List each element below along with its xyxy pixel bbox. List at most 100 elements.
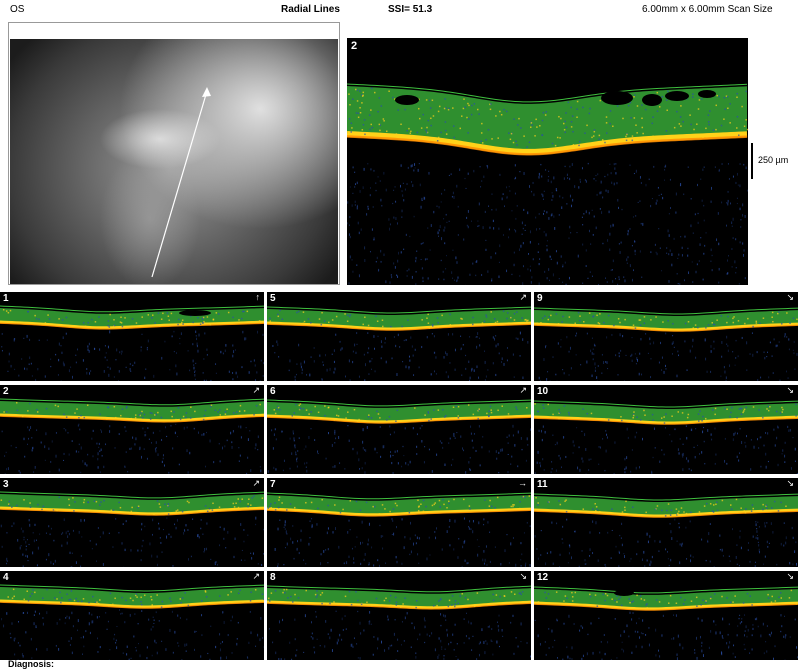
speckle [485,640,486,642]
speckle [49,318,51,320]
speckle [641,118,643,120]
speckle [664,422,666,424]
speckle [574,146,576,148]
speckle [292,415,294,417]
speckle [569,166,570,168]
speckle [446,371,447,373]
thumbnail-bscan[interactable]: 9↘ [534,292,798,381]
speckle [390,645,391,647]
speckle [459,128,461,130]
fundus-image[interactable] [10,39,338,284]
speckle [33,532,34,533]
speckle [424,414,426,416]
thumbnail-bscan[interactable]: 5↗ [267,292,531,381]
speckle [29,524,30,527]
speckle [695,456,696,458]
thumbnail-bscan[interactable]: 6↗ [267,385,531,474]
main-bscan-image[interactable]: 2 [347,38,748,285]
speckle [50,561,51,564]
speckle [531,191,532,192]
speckle [586,249,587,251]
speckle [295,510,297,512]
speckle [310,322,312,324]
speckle [636,467,637,470]
speckle [205,466,206,468]
speckle [334,504,336,506]
speckle [438,278,439,280]
speckle [732,318,734,320]
speckle [746,636,747,638]
speckle [203,433,204,436]
speckle [674,238,675,240]
speckle [718,96,720,98]
speckle [476,450,477,452]
speckle [458,406,460,408]
speckle [737,456,738,458]
speckle [512,506,514,508]
thumbnail-bscan[interactable]: 7→ [267,478,531,567]
speckle [308,543,309,546]
speckle [130,371,131,372]
speckle [121,351,122,353]
thumbnail-bscan[interactable]: 3↗ [0,478,264,567]
speckle [703,427,704,428]
speckle [324,645,325,647]
speckle [613,325,615,327]
speckle [14,369,15,370]
speckle [700,179,701,180]
speckle [442,548,443,550]
speckle [316,616,317,618]
speckle [521,437,522,440]
speckle [379,565,380,567]
speckle [555,444,556,445]
speckle [43,623,44,626]
speckle [162,552,163,553]
thumbnail-bscan[interactable]: 8↘ [267,571,531,660]
speckle [509,229,510,231]
thumbnail-bscan[interactable]: 12↘ [534,571,798,660]
thumbnail-bscan[interactable]: 1↑ [0,292,264,381]
speckle [466,217,467,219]
speckle [500,449,501,452]
speckle [705,358,706,361]
thumbnail-bscan[interactable]: 11↘ [534,478,798,567]
speckle [155,414,157,416]
speckle [527,211,528,214]
speckle [734,260,735,263]
speckle [553,563,554,565]
speckle [702,600,704,602]
speckle [26,549,27,551]
speckle [739,565,740,566]
speckle [92,455,93,457]
speckle [766,466,767,469]
speckle [522,449,523,450]
speckle [85,462,86,465]
speckle [194,649,195,651]
speckle [306,374,307,375]
speckle [418,108,420,110]
thumbnail-bscan[interactable]: 4↗ [0,571,264,660]
speckle [737,116,739,118]
speckle [611,508,613,510]
speckle [715,624,716,625]
speckle [109,430,110,433]
thumbnail-bscan[interactable]: 2↗ [0,385,264,474]
speckle [78,451,79,452]
speckle [726,463,727,465]
speckle [398,462,399,464]
speckle [35,379,36,381]
speckle [371,624,372,625]
speckle [690,559,691,562]
speckle [455,256,456,259]
speckle [736,340,737,341]
speckle [599,446,600,447]
speckle [736,417,738,419]
speckle [708,532,709,535]
thumbnail-bscan[interactable]: 10↘ [534,385,798,474]
speckle [395,186,396,188]
speckle [592,337,593,339]
speckle [633,601,635,603]
speckle [455,600,457,602]
speckle [381,340,382,343]
speckle [74,501,76,503]
